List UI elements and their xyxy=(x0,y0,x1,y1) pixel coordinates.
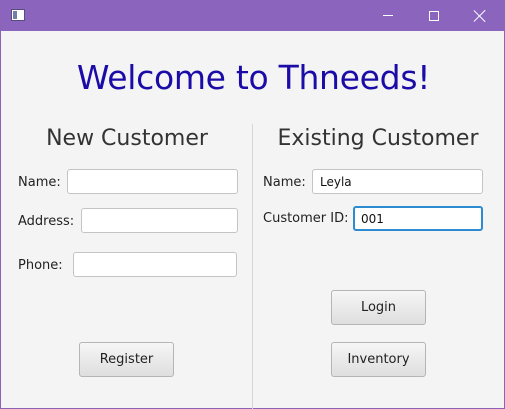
phone-label: Phone: xyxy=(18,258,63,273)
welcome-heading: Welcome to Thneeds! xyxy=(76,58,431,97)
title-bar[interactable] xyxy=(1,0,505,31)
app-icon xyxy=(11,9,25,21)
existing-customer-title: Existing Customer xyxy=(277,126,479,151)
maximize-button[interactable] xyxy=(411,0,457,31)
customer-id-label: Customer ID: xyxy=(263,211,349,226)
section-divider xyxy=(252,124,253,409)
inventory-button-label: Inventory xyxy=(347,352,410,367)
register-button-label: Register xyxy=(99,352,154,367)
maximize-icon xyxy=(429,10,439,21)
login-button[interactable]: Login xyxy=(331,290,426,325)
minimize-icon xyxy=(383,15,393,16)
login-button-label: Login xyxy=(360,300,397,315)
close-button[interactable] xyxy=(457,0,503,31)
inventory-button[interactable]: Inventory xyxy=(331,342,426,377)
new-name-label: Name: xyxy=(18,175,61,190)
new-customer-title: New Customer xyxy=(46,126,208,151)
phone-field[interactable] xyxy=(73,252,237,277)
app-window: Welcome to Thneeds! New Customer Name: A… xyxy=(0,0,505,409)
existing-name-field[interactable] xyxy=(312,169,483,194)
existing-name-label: Name: xyxy=(263,175,306,190)
close-icon xyxy=(474,10,486,22)
register-button[interactable]: Register xyxy=(79,342,174,377)
address-label: Address: xyxy=(18,214,75,229)
customer-id-field[interactable] xyxy=(353,206,483,231)
minimize-button[interactable] xyxy=(365,0,411,31)
address-field[interactable] xyxy=(81,208,238,233)
new-name-field[interactable] xyxy=(67,169,238,194)
